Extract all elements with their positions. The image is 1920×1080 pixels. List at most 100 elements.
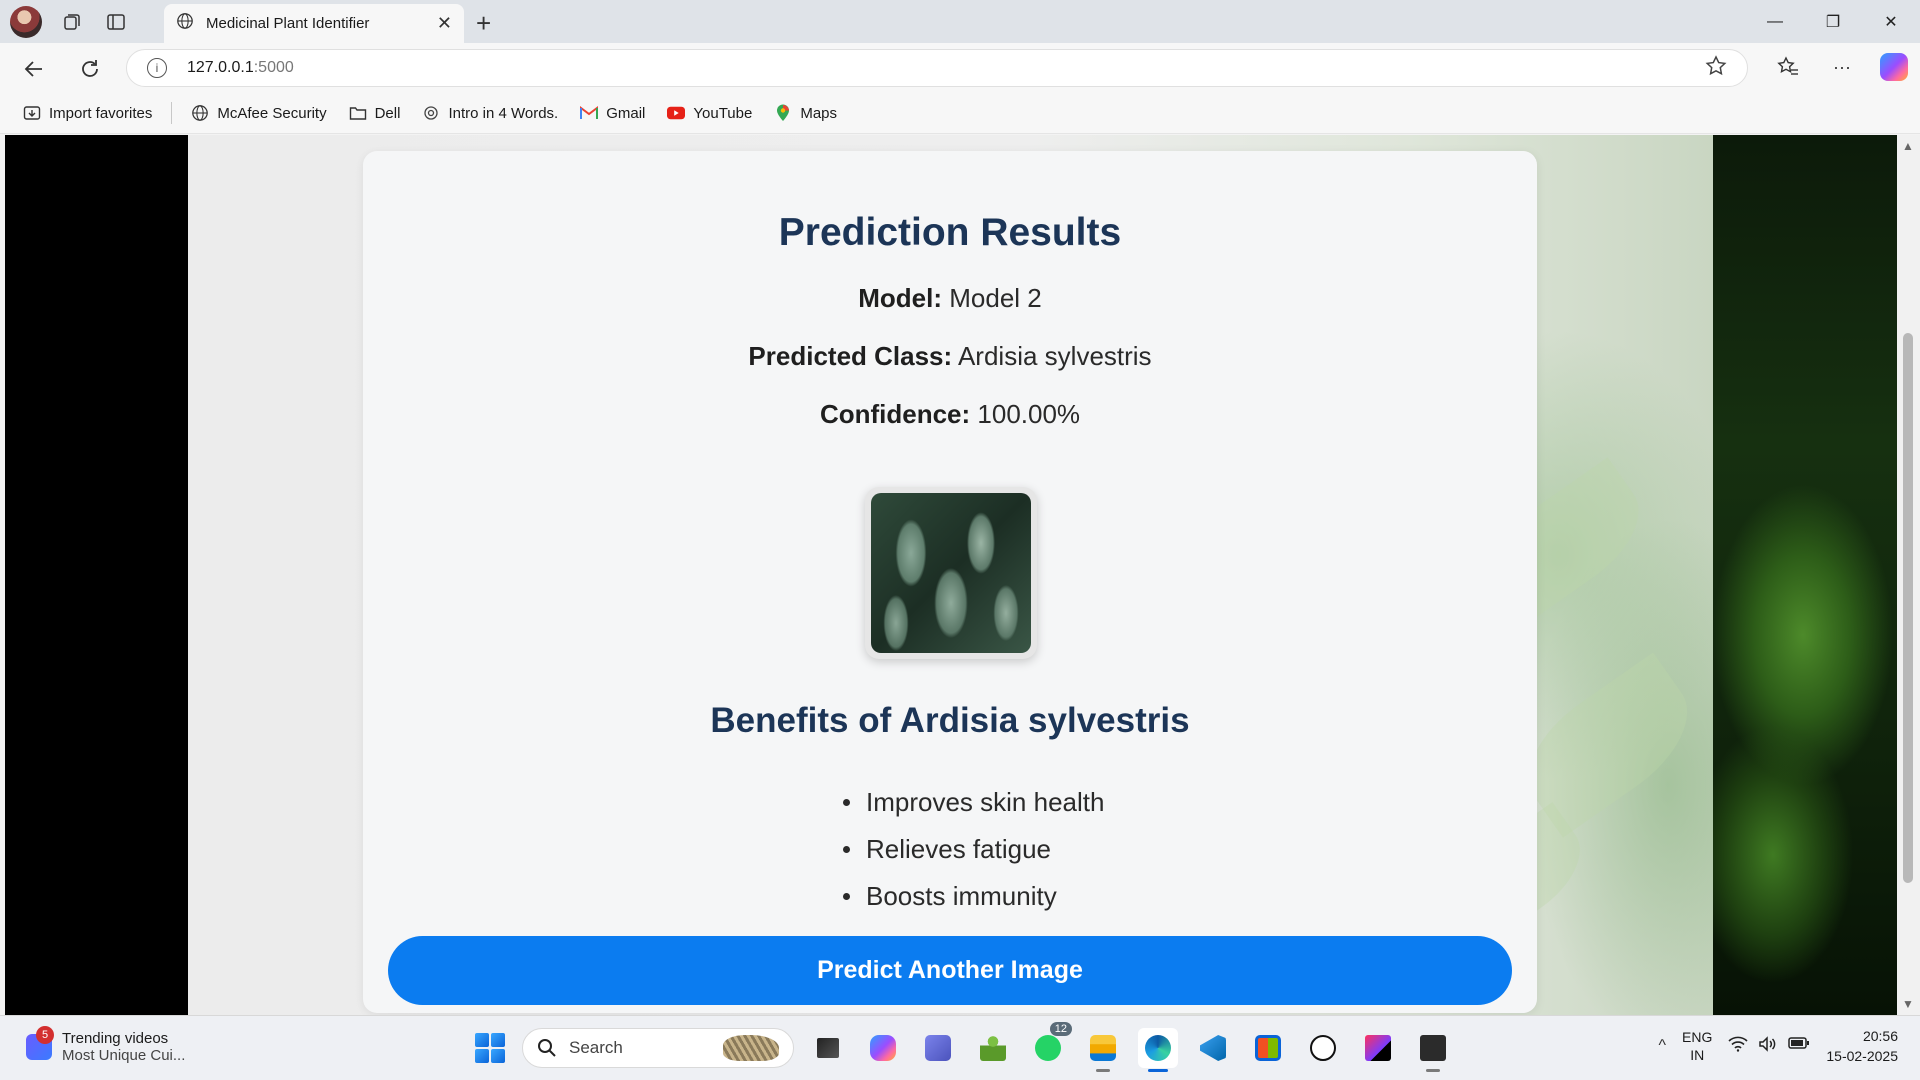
more-options-icon[interactable]: ··· xyxy=(1826,51,1858,83)
minimize-button[interactable]: — xyxy=(1746,0,1804,43)
widgets-icon: 5 xyxy=(26,1026,54,1060)
workspaces-icon[interactable] xyxy=(58,8,86,36)
vscode-button[interactable] xyxy=(1193,1028,1233,1068)
address-bar[interactable]: i 127.0.0.1 :5000 xyxy=(126,49,1748,87)
benefits-list: Improves skin health Relieves fatigue Bo… xyxy=(843,779,1104,920)
favorites-divider xyxy=(171,102,173,124)
import-icon xyxy=(23,104,41,122)
news-title: Trending videos xyxy=(62,1030,169,1047)
fav-gmail[interactable]: Gmail xyxy=(571,100,654,126)
favorite-star-icon[interactable] xyxy=(1705,54,1727,82)
benefit-item: Boosts immunity xyxy=(843,873,1104,920)
clock-time: 20:56 xyxy=(1862,1028,1898,1044)
file-explorer-button[interactable] xyxy=(1083,1028,1123,1072)
confidence-label: Confidence: xyxy=(819,399,971,429)
folder-icon xyxy=(349,104,367,122)
page-viewport: Prediction Results Model: Model 2 Predic… xyxy=(5,135,1897,1015)
globe-icon xyxy=(176,12,194,35)
benefit-item: Relieves fatigue xyxy=(843,826,1104,873)
maps-icon xyxy=(774,104,792,122)
favorites-icon[interactable] xyxy=(1772,51,1804,83)
store-button[interactable] xyxy=(1248,1028,1288,1068)
back-button[interactable] xyxy=(18,53,50,85)
page-title: Prediction Results xyxy=(778,211,1122,254)
task-view-button[interactable] xyxy=(808,1028,848,1068)
taskbar-search[interactable]: Search xyxy=(522,1028,794,1068)
predicted-class-label: Predicted Class: xyxy=(748,341,953,371)
fav-label: Dell xyxy=(374,104,401,122)
vscode-icon xyxy=(1200,1035,1226,1061)
edge-icon xyxy=(1145,1035,1171,1061)
confidence-line: Confidence: 100.00% xyxy=(363,399,1537,430)
whatsapp-button[interactable]: 12 xyxy=(1028,1022,1072,1068)
predicted-class-value: Ardisia sylvestris xyxy=(957,341,1152,371)
region-code: IN xyxy=(1690,1047,1705,1063)
gmail-icon xyxy=(580,104,599,122)
site-info-icon[interactable]: i xyxy=(147,58,167,78)
news-badge: 5 xyxy=(36,1026,54,1044)
news-widget[interactable]: 5 Trending videos Most Unique Cui... xyxy=(26,1026,186,1064)
dell-icon xyxy=(1310,1035,1336,1061)
model-label: Model: xyxy=(858,283,943,313)
scroll-up-arrow-icon[interactable]: ▲ xyxy=(1902,139,1914,153)
favorites-bar: Import favorites McAfee Security Dell In… xyxy=(0,93,1920,134)
clock-date: 15-02-2025 xyxy=(1826,1048,1898,1064)
intellij-icon xyxy=(1365,1035,1391,1061)
page-scrollbar[interactable]: ▲ ▼ xyxy=(1897,135,1920,1015)
tab-active[interactable]: Medicinal Plant Identifier ✕ xyxy=(164,4,464,43)
copilot-app-button[interactable] xyxy=(863,1028,903,1068)
search-label: Search xyxy=(569,1038,623,1057)
fav-youtube[interactable]: YouTube xyxy=(658,100,761,126)
language-indicator[interactable]: ENG IN xyxy=(1682,1028,1712,1064)
chevron-up-icon[interactable]: ^ xyxy=(1659,1037,1667,1055)
search-highlight-image xyxy=(723,1035,779,1061)
close-window-button[interactable]: ✕ xyxy=(1862,0,1920,43)
system-tray: ^ ENG IN 20:56 15-02-2025 xyxy=(1659,1026,1898,1066)
fav-intro[interactable]: Intro in 4 Words. xyxy=(413,100,567,126)
uploaded-image-frame xyxy=(865,487,1037,659)
results-card: Prediction Results Model: Model 2 Predic… xyxy=(363,151,1537,1013)
model-value: Model 2 xyxy=(949,283,1042,313)
wifi-icon xyxy=(1728,1036,1748,1057)
terminal-button[interactable] xyxy=(1413,1028,1453,1072)
quick-settings[interactable] xyxy=(1728,1035,1810,1057)
profile-avatar[interactable] xyxy=(10,6,42,38)
model-line: Model: Model 2 xyxy=(363,283,1537,314)
fav-label: YouTube xyxy=(693,104,753,122)
dell-button[interactable] xyxy=(1303,1028,1343,1068)
scrollbar-thumb[interactable] xyxy=(1903,333,1913,883)
uploaded-plant-image xyxy=(871,493,1031,653)
teams-button[interactable] xyxy=(918,1028,958,1068)
restore-button[interactable]: ❐ xyxy=(1804,0,1862,43)
close-tab-icon[interactable]: ✕ xyxy=(437,13,452,34)
copilot-icon[interactable] xyxy=(1880,53,1908,81)
tab-actions-icon[interactable] xyxy=(102,8,130,36)
terminal-icon xyxy=(1420,1035,1446,1061)
fav-dell[interactable]: Dell xyxy=(340,100,410,126)
battery-icon xyxy=(1788,1036,1810,1057)
fav-label: Intro in 4 Words. xyxy=(448,104,559,122)
fav-label: McAfee Security xyxy=(217,104,327,122)
chess-app-button[interactable] xyxy=(973,1028,1013,1068)
intellij-button[interactable] xyxy=(1358,1028,1398,1068)
refresh-button[interactable] xyxy=(74,53,106,85)
new-tab-button[interactable]: + xyxy=(476,8,491,39)
edge-button[interactable] xyxy=(1138,1028,1178,1072)
openai-icon xyxy=(422,104,440,122)
fav-mcafee[interactable]: McAfee Security xyxy=(182,100,335,126)
background-leaf-photo xyxy=(1713,135,1897,1015)
start-button[interactable] xyxy=(475,1033,505,1063)
predict-another-image-button[interactable]: Predict Another Image xyxy=(388,936,1512,1005)
fav-label: Maps xyxy=(800,104,838,122)
predicted-class-line: Predicted Class: Ardisia sylvestris xyxy=(363,341,1537,372)
fav-import-favorites[interactable]: Import favorites xyxy=(14,100,161,126)
news-subtitle: Most Unique Cui... xyxy=(62,1047,186,1064)
language-code: ENG xyxy=(1682,1029,1713,1045)
fav-maps[interactable]: Maps xyxy=(765,100,846,126)
benefit-item: Improves skin health xyxy=(843,779,1104,826)
fav-label: Gmail xyxy=(606,104,646,122)
chess-pawn-icon xyxy=(980,1035,1006,1061)
clock[interactable]: 20:56 15-02-2025 xyxy=(1826,1026,1898,1066)
teams-icon xyxy=(925,1035,951,1061)
scroll-down-arrow-icon[interactable]: ▼ xyxy=(1902,997,1914,1011)
